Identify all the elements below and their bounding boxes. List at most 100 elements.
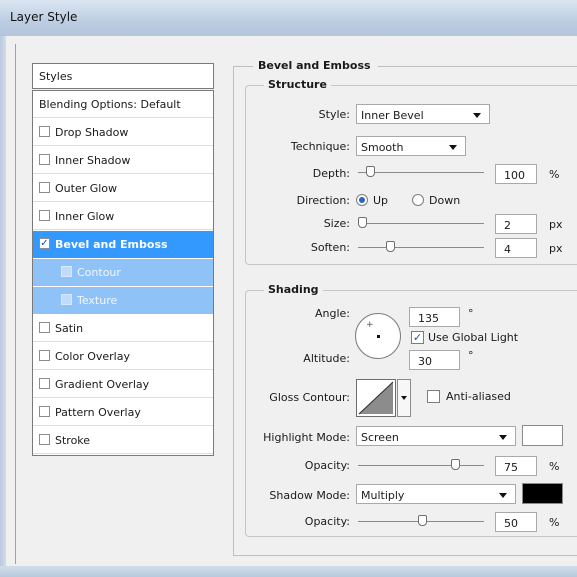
- technique-label: Technique:: [290, 140, 350, 153]
- group-border: [378, 66, 577, 67]
- angle-value: 135: [418, 312, 439, 325]
- style-item-outer-glow[interactable]: Outer Glow: [33, 175, 213, 202]
- crosshair-icon: +: [366, 320, 374, 330]
- depth-value: 100: [504, 169, 525, 182]
- soften-value: 4: [504, 243, 511, 256]
- style-checkbox[interactable]: [39, 434, 50, 445]
- style-checkbox[interactable]: [39, 378, 50, 389]
- style-checkbox[interactable]: [39, 182, 50, 193]
- shadow-opacity-slider-thumb[interactable]: [418, 515, 427, 526]
- altitude-unit: °: [468, 349, 474, 362]
- highlight-color-swatch[interactable]: [522, 425, 563, 446]
- frame-divider: [15, 44, 16, 564]
- contour-curve-icon: [358, 381, 394, 415]
- shadow-mode-select[interactable]: Multiply: [356, 484, 516, 504]
- style-item-drop-shadow[interactable]: Drop Shadow: [33, 119, 213, 146]
- bevel-group-title: Bevel and Emboss: [258, 59, 371, 72]
- soften-unit: px: [549, 242, 563, 255]
- highlight-opacity-label: Opacity:: [304, 459, 350, 472]
- anti-aliased-checkbox[interactable]: [427, 390, 440, 403]
- style-checkbox[interactable]: [61, 266, 72, 277]
- style-item-label: Stroke: [55, 434, 91, 447]
- soften-slider-thumb[interactable]: [386, 241, 395, 252]
- depth-input[interactable]: 100: [495, 164, 537, 184]
- shadow-opacity-value: 50: [504, 517, 518, 530]
- style-item-texture[interactable]: Texture: [33, 287, 213, 314]
- angle-label: Angle:: [314, 307, 350, 320]
- depth-slider-track[interactable]: [358, 172, 484, 173]
- style-item-inner-glow[interactable]: Inner Glow: [33, 203, 213, 230]
- gloss-contour-dropdown[interactable]: [397, 379, 411, 417]
- chevron-down-icon: [473, 113, 481, 118]
- styles-list: Blending Options: Default Drop Shadow In…: [32, 90, 214, 456]
- style-item-label: Texture: [77, 294, 118, 307]
- shadow-opacity-input[interactable]: 50: [495, 512, 537, 532]
- highlight-opacity-input[interactable]: 75: [495, 456, 537, 476]
- styles-header-label: Styles: [39, 70, 73, 83]
- depth-label: Depth:: [312, 167, 350, 180]
- direction-down-radio[interactable]: [412, 194, 424, 206]
- style-checkbox[interactable]: [39, 154, 50, 165]
- structure-title: Structure: [264, 78, 331, 91]
- shadow-color-swatch[interactable]: [522, 483, 563, 504]
- depth-slider-thumb[interactable]: [366, 166, 375, 177]
- direction-up-label: Up: [373, 194, 389, 207]
- style-checkbox-checked[interactable]: ✓: [39, 238, 50, 249]
- altitude-input[interactable]: 30: [409, 350, 460, 370]
- group-border: [233, 66, 234, 556]
- style-item-label: Bevel and Emboss: [55, 238, 168, 251]
- style-checkbox[interactable]: [39, 406, 50, 417]
- direction-up-radio[interactable]: [356, 194, 368, 206]
- style-label: Style:: [318, 108, 350, 121]
- size-slider-track[interactable]: [358, 223, 484, 224]
- style-item-inner-shadow[interactable]: Inner Shadow: [33, 147, 213, 174]
- highlight-opacity-unit: %: [549, 460, 560, 473]
- highlight-opacity-slider-thumb[interactable]: [451, 459, 460, 470]
- size-slider-thumb[interactable]: [358, 217, 367, 228]
- shadow-mode-label: Shadow Mode:: [269, 489, 350, 502]
- group-border: [233, 555, 577, 556]
- technique-select[interactable]: Smooth: [356, 136, 466, 156]
- style-checkbox[interactable]: [39, 350, 50, 361]
- style-checkbox[interactable]: [61, 294, 72, 305]
- style-item-stroke[interactable]: Stroke: [33, 427, 213, 454]
- bevel-style-value: Inner Bevel: [361, 109, 424, 122]
- title-bar[interactable]: Layer Style: [0, 0, 577, 37]
- use-global-light-label: Use Global Light: [428, 331, 519, 344]
- highlight-mode-value: Screen: [361, 431, 399, 444]
- soften-slider-track[interactable]: [358, 247, 484, 248]
- technique-value: Smooth: [361, 141, 404, 154]
- chevron-down-icon: [499, 493, 507, 498]
- gloss-contour-preview[interactable]: [356, 379, 396, 417]
- style-item-color-overlay[interactable]: Color Overlay: [33, 343, 213, 370]
- style-item-pattern-overlay[interactable]: Pattern Overlay: [33, 399, 213, 426]
- shadow-opacity-unit: %: [549, 516, 560, 529]
- angle-dial[interactable]: +: [355, 313, 401, 359]
- style-checkbox[interactable]: [39, 126, 50, 137]
- style-item-contour[interactable]: Contour: [33, 259, 213, 286]
- style-item-blending-options[interactable]: Blending Options: Default: [33, 91, 213, 118]
- style-item-satin[interactable]: Satin: [33, 315, 213, 342]
- highlight-opacity-slider-track[interactable]: [358, 465, 484, 466]
- angle-input[interactable]: 135: [409, 307, 460, 327]
- use-global-light-checkbox[interactable]: ✓: [411, 331, 424, 344]
- size-input[interactable]: 2: [495, 214, 537, 234]
- highlight-mode-label: Highlight Mode:: [263, 431, 350, 444]
- group-border: [233, 66, 253, 67]
- chevron-down-icon: [499, 435, 507, 440]
- style-item-gradient-overlay[interactable]: Gradient Overlay: [33, 371, 213, 398]
- shadow-opacity-label: Opacity:: [304, 515, 350, 528]
- soften-label: Soften:: [310, 241, 350, 254]
- style-item-label: Satin: [55, 322, 84, 335]
- soften-input[interactable]: 4: [495, 238, 537, 258]
- gloss-contour-label: Gloss Contour:: [269, 391, 350, 404]
- style-item-label: Drop Shadow: [55, 126, 129, 139]
- style-item-label: Inner Shadow: [55, 154, 131, 167]
- style-checkbox[interactable]: [39, 322, 50, 333]
- size-label: Size:: [323, 217, 350, 230]
- style-checkbox[interactable]: [39, 210, 50, 221]
- style-item-bevel-and-emboss[interactable]: ✓ Bevel and Emboss: [33, 231, 213, 258]
- highlight-mode-select[interactable]: Screen: [356, 426, 516, 446]
- styles-header[interactable]: Styles: [32, 63, 214, 89]
- bevel-style-select[interactable]: Inner Bevel: [356, 104, 490, 124]
